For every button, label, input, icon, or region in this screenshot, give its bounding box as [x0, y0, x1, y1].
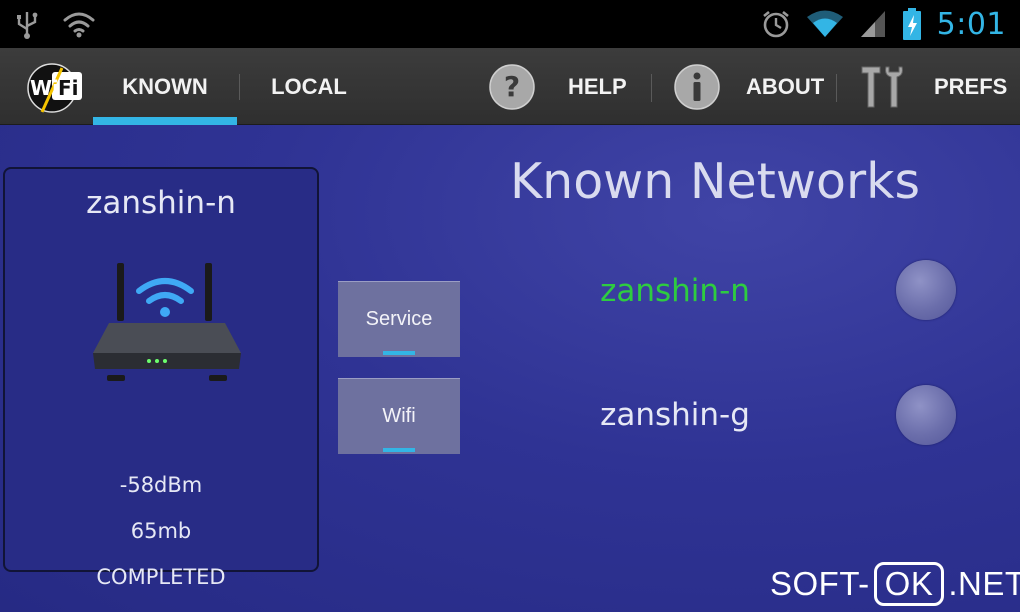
status-bar: 5:01 — [0, 0, 1020, 48]
known-network-item[interactable]: zanshin-n — [560, 273, 790, 309]
known-networks-title: Known Networks — [510, 153, 920, 210]
tab-known[interactable]: KNOWN — [93, 48, 237, 125]
cell-signal-icon — [860, 11, 885, 37]
service-button-indicator — [383, 351, 415, 355]
main-content: zanshin-n -58dBm 65mb COMPLETED Service — [0, 125, 1020, 612]
current-network-ssid: zanshin-n — [86, 185, 236, 221]
battery-charging-icon — [902, 8, 921, 40]
about-label: ABOUT — [746, 73, 825, 99]
watermark-suffix: .NET — [948, 565, 1020, 602]
alarm-icon — [762, 10, 789, 38]
action-divider — [651, 74, 652, 102]
tab-local[interactable]: LOCAL — [245, 48, 373, 125]
wifi-button-indicator — [383, 448, 415, 452]
connection-state: COMPLETED — [96, 565, 226, 589]
tab-local-label: LOCAL — [271, 73, 347, 99]
prefs-label: PREFS — [934, 73, 1008, 99]
wifi-signal-icon — [806, 10, 843, 37]
service-button[interactable]: Service — [338, 281, 460, 357]
router-icon — [93, 263, 241, 381]
help-icon: ? — [489, 63, 535, 110]
svg-text:?: ? — [504, 70, 520, 103]
tools-icon — [861, 66, 903, 107]
signal-strength: -58dBm — [119, 473, 203, 497]
tab-selected-indicator — [93, 117, 237, 125]
svg-text:Wi: Wi — [30, 76, 59, 100]
wifi-button[interactable]: Wifi — [338, 378, 460, 454]
watermark-boxed: OK — [873, 562, 945, 606]
about-button[interactable]: ABOUT — [673, 48, 824, 125]
network-toggle[interactable] — [896, 385, 956, 445]
action-bar: Wi Fi KNOWN LOCAL ? HELP ABOUT PREFS — [0, 48, 1020, 125]
usb-icon — [17, 12, 38, 39]
link-speed: 65mb — [130, 519, 192, 543]
prefs-button[interactable]: PREFS — [858, 48, 1007, 125]
wifi-button-label: Wifi — [382, 405, 416, 427]
help-label: HELP — [568, 73, 627, 99]
known-network-item[interactable]: zanshin-g — [560, 397, 790, 433]
watermark-prefix: SOFT- — [770, 565, 870, 602]
wifi-notification-icon — [63, 12, 95, 38]
wifi-app-icon[interactable]: Wi Fi — [22, 62, 86, 114]
svg-text:Fi: Fi — [58, 76, 79, 100]
tab-known-label: KNOWN — [122, 73, 208, 99]
watermark: SOFT- OK .NET — [770, 561, 1020, 607]
network-toggle[interactable] — [896, 260, 956, 320]
tab-divider — [239, 74, 240, 100]
info-icon — [674, 63, 720, 110]
action-divider — [836, 74, 837, 102]
current-network-card: zanshin-n -58dBm 65mb COMPLETED — [3, 167, 319, 589]
status-clock: 5:01 — [936, 6, 1006, 42]
service-button-label: Service — [365, 308, 433, 330]
help-button[interactable]: ? HELP — [488, 48, 627, 125]
